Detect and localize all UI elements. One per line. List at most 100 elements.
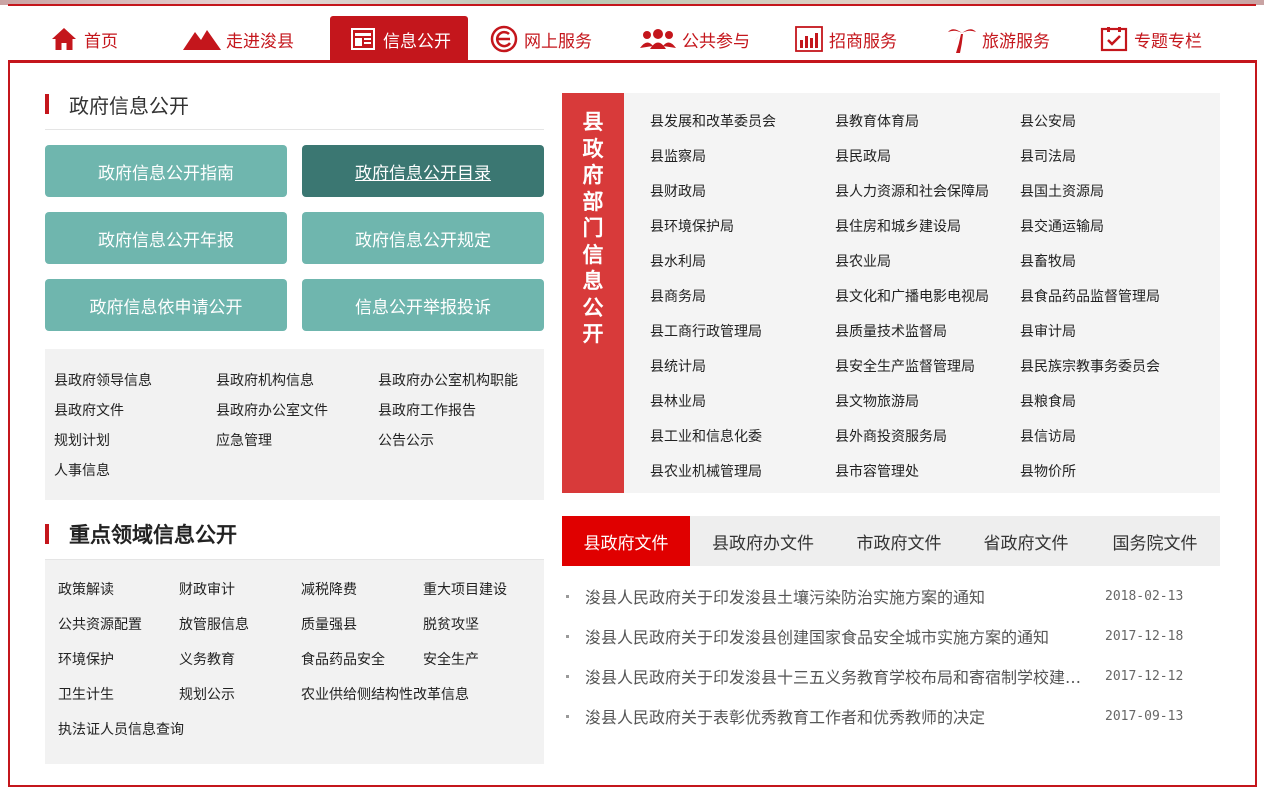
department-link[interactable]: 县交通运输局 bbox=[1020, 216, 1104, 236]
bullet-dot bbox=[566, 714, 569, 718]
department-link[interactable]: 县国土资源局 bbox=[1020, 181, 1104, 201]
section-divider bbox=[45, 129, 544, 130]
link-public-resources[interactable]: 公共资源配置 bbox=[58, 614, 142, 634]
nav-item-participation[interactable]: 公共参与 bbox=[638, 16, 768, 62]
department-link[interactable]: 县市容管理处 bbox=[835, 461, 919, 481]
nav-label: 信息公开 bbox=[383, 31, 451, 52]
department-link[interactable]: 县工商行政管理局 bbox=[650, 321, 762, 341]
nav-item-info[interactable]: 信息公开 bbox=[330, 16, 468, 62]
tab-county-office-docs[interactable]: 县政府办文件 bbox=[690, 516, 836, 566]
department-title-char: 开 bbox=[582, 321, 604, 346]
tile-on-request[interactable]: 政府信息依申请公开 bbox=[45, 279, 287, 331]
link-food-safety[interactable]: 食品药品安全 bbox=[301, 649, 385, 669]
top-red-line bbox=[8, 4, 1256, 6]
link-audit[interactable]: 财政审计 bbox=[179, 579, 235, 599]
news-title[interactable]: 浚县人民政府关于印发浚县土壤污染防治实施方案的通知 bbox=[585, 584, 1089, 608]
department-link[interactable]: 县农业机械管理局 bbox=[650, 461, 762, 481]
nav-item-special[interactable]: 专题专栏 bbox=[1098, 16, 1228, 62]
department-link[interactable]: 县安全生产监督管理局 bbox=[835, 356, 975, 376]
link-planning-notice[interactable]: 规划公示 bbox=[179, 684, 235, 704]
link-tax-reduction[interactable]: 减税降费 bbox=[301, 579, 357, 599]
link-gov-documents[interactable]: 县政府文件 bbox=[54, 400, 124, 420]
department-link[interactable]: 县水利局 bbox=[650, 251, 706, 271]
nav-item-investment[interactable]: 招商服务 bbox=[793, 16, 923, 62]
department-link[interactable]: 县物价所 bbox=[1020, 461, 1076, 481]
news-date: 2017-12-12 bbox=[1105, 668, 1184, 684]
department-title-char: 部 bbox=[582, 188, 604, 214]
link-education[interactable]: 义务教育 bbox=[179, 649, 235, 669]
department-link[interactable]: 县工业和信息化委 bbox=[650, 426, 762, 446]
department-link[interactable]: 县畜牧局 bbox=[1020, 251, 1076, 271]
link-office-documents[interactable]: 县政府办公室文件 bbox=[216, 400, 328, 420]
department-link[interactable]: 县信访局 bbox=[1020, 426, 1076, 446]
tile-annual-report[interactable]: 政府信息公开年报 bbox=[45, 212, 287, 264]
department-link[interactable]: 县审计局 bbox=[1020, 321, 1076, 341]
link-work-safety[interactable]: 安全生产 bbox=[423, 649, 479, 669]
link-leaders[interactable]: 县政府领导信息 bbox=[54, 370, 152, 390]
tab-city-gov-docs[interactable]: 市政府文件 bbox=[836, 516, 962, 566]
department-link[interactable]: 县环境保护局 bbox=[650, 216, 734, 236]
section-title: 重点领域信息公开 bbox=[69, 522, 237, 547]
news-title[interactable]: 浚县人民政府关于表彰优秀教育工作者和优秀教师的决定 bbox=[585, 704, 1089, 728]
department-link[interactable]: 县民族宗教事务委员会 bbox=[1020, 356, 1160, 376]
news-item: 浚县人民政府关于印发浚县十三五义务教育学校布局和寄宿制学校建设规划的通知 201… bbox=[566, 656, 1196, 696]
tab-province-gov-docs[interactable]: 省政府文件 bbox=[962, 516, 1090, 566]
nav-item-online-service[interactable]: 网上服务 bbox=[488, 16, 618, 62]
department-link[interactable]: 县公安局 bbox=[1020, 111, 1076, 131]
department-link[interactable]: 县外商投资服务局 bbox=[835, 426, 947, 446]
department-link[interactable]: 县人力资源和社会保障局 bbox=[835, 181, 989, 201]
news-title[interactable]: 浚县人民政府关于印发浚县十三五义务教育学校布局和寄宿制学校建设规划的通知 bbox=[585, 664, 1089, 688]
link-policy-interpretation[interactable]: 政策解读 bbox=[58, 579, 114, 599]
department-link[interactable]: 县住房和城乡建设局 bbox=[835, 216, 961, 236]
tab-county-gov-docs[interactable]: 县政府文件 bbox=[562, 516, 690, 566]
section-title: 政府信息公开 bbox=[69, 93, 189, 118]
link-announcements[interactable]: 公告公示 bbox=[378, 430, 434, 450]
link-personnel[interactable]: 人事信息 bbox=[54, 460, 110, 480]
link-institutions[interactable]: 县政府机构信息 bbox=[216, 370, 314, 390]
link-quality[interactable]: 质量强县 bbox=[301, 614, 357, 634]
link-emergency[interactable]: 应急管理 bbox=[216, 430, 272, 450]
tile-regulations[interactable]: 政府信息公开规定 bbox=[302, 212, 544, 264]
link-health[interactable]: 卫生计生 bbox=[58, 684, 114, 704]
department-title-char: 县 bbox=[582, 109, 604, 134]
department-link[interactable]: 县统计局 bbox=[650, 356, 706, 376]
department-link[interactable]: 县文化和广播电影电视局 bbox=[835, 286, 989, 306]
mountain-icon bbox=[182, 23, 222, 55]
nav-item-tourism[interactable]: 旅游服务 bbox=[946, 16, 1076, 62]
department-link[interactable]: 县发展和改革委员会 bbox=[650, 111, 776, 131]
link-office-functions[interactable]: 县政府办公室机构职能 bbox=[378, 370, 518, 390]
department-link[interactable]: 县文物旅游局 bbox=[835, 391, 919, 411]
department-link[interactable]: 县质量技术监督局 bbox=[835, 321, 947, 341]
department-link[interactable]: 县粮食局 bbox=[1020, 391, 1076, 411]
tab-state-council-docs[interactable]: 国务院文件 bbox=[1090, 516, 1220, 566]
department-link[interactable]: 县教育体育局 bbox=[835, 111, 919, 131]
link-major-projects[interactable]: 重大项目建设 bbox=[423, 579, 507, 599]
heading-bar bbox=[45, 524, 49, 544]
department-link[interactable]: 县监察局 bbox=[650, 146, 706, 166]
department-link[interactable]: 县林业局 bbox=[650, 391, 706, 411]
nav-item-home[interactable]: 首页 bbox=[48, 16, 148, 62]
nav-item-about[interactable]: 走进浚县 bbox=[182, 16, 312, 62]
checkbox-icon bbox=[1098, 23, 1130, 55]
department-link[interactable]: 县财政局 bbox=[650, 181, 706, 201]
tile-complaints[interactable]: 信息公开举报投诉 bbox=[302, 279, 544, 331]
newspaper-icon bbox=[347, 23, 379, 55]
link-poverty[interactable]: 脱贫攻坚 bbox=[423, 614, 479, 634]
link-planning[interactable]: 规划计划 bbox=[54, 430, 110, 450]
news-title[interactable]: 浚县人民政府关于印发浚县创建国家食品安全城市实施方案的通知 bbox=[585, 624, 1089, 648]
tile-guide[interactable]: 政府信息公开指南 bbox=[45, 145, 287, 197]
key-areas-link-box: 政策解读 财政审计 减税降费 重大项目建设 公共资源配置 放管服信息 质量强县 … bbox=[45, 560, 544, 764]
link-agri-reform[interactable]: 农业供给侧结构性改革信息 bbox=[301, 684, 469, 704]
department-link[interactable]: 县民政局 bbox=[835, 146, 891, 166]
department-link[interactable]: 县司法局 bbox=[1020, 146, 1076, 166]
tile-catalog[interactable]: 政府信息公开目录 bbox=[302, 145, 544, 197]
chart-icon bbox=[793, 23, 825, 55]
news-item: 浚县人民政府关于印发浚县创建国家食品安全城市实施方案的通知 2017-12-18 bbox=[566, 616, 1196, 656]
department-link[interactable]: 县商务局 bbox=[650, 286, 706, 306]
link-reform-services[interactable]: 放管服信息 bbox=[179, 614, 249, 634]
department-link[interactable]: 县食品药品监督管理局 bbox=[1020, 286, 1160, 306]
department-link[interactable]: 县农业局 bbox=[835, 251, 891, 271]
link-enforcement-query[interactable]: 执法证人员信息查询 bbox=[58, 719, 184, 739]
link-work-report[interactable]: 县政府工作报告 bbox=[378, 400, 476, 420]
link-environment[interactable]: 环境保护 bbox=[58, 649, 114, 669]
